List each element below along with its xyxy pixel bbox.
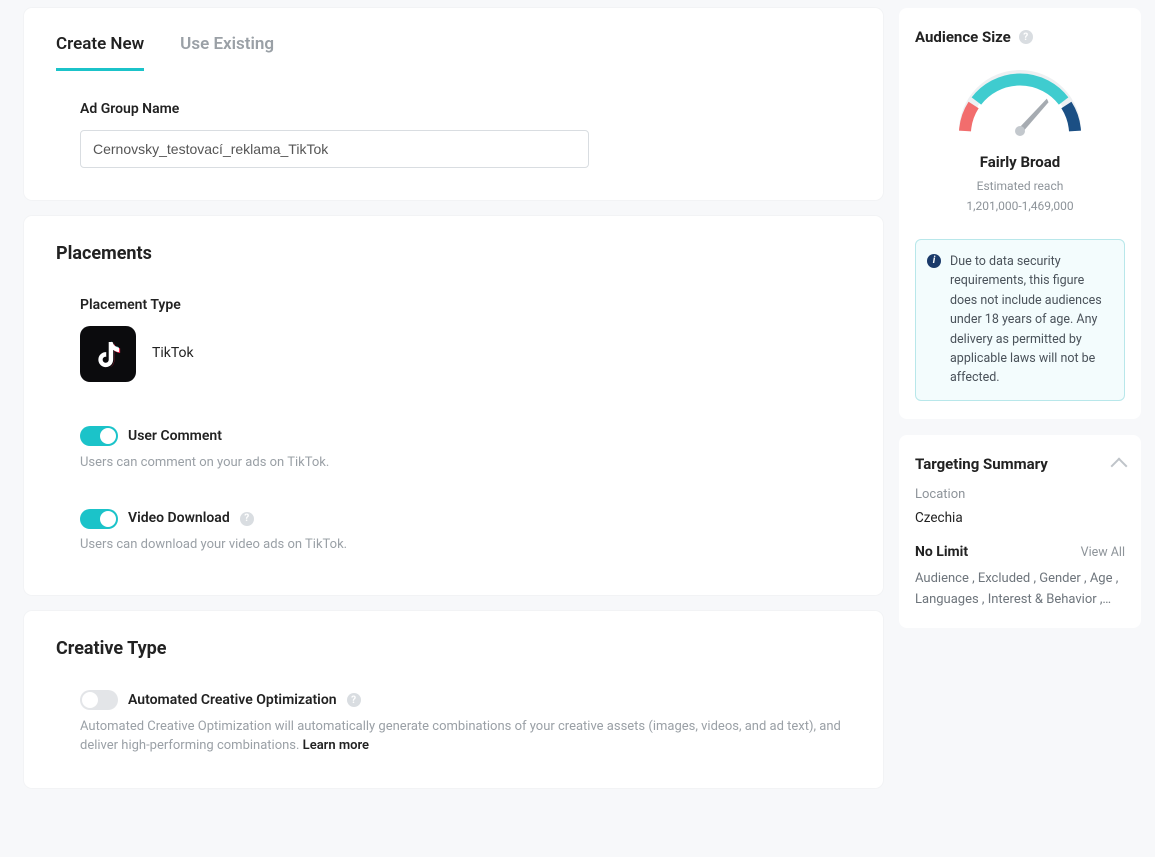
tab-use-existing[interactable]: Use Existing: [180, 32, 274, 71]
ad-group-card: Create New Use Existing Ad Group Name: [24, 8, 883, 200]
no-limit-label: No Limit: [915, 542, 968, 563]
estimated-reach-label: Estimated reach: [977, 177, 1064, 195]
adgroup-tabs: Create New Use Existing: [56, 32, 851, 71]
placement-type-label: Placement Type: [80, 295, 851, 316]
targeting-tags: Audience , Excluded , Gender , Age , Lan…: [915, 569, 1125, 611]
placements-title: Placements: [56, 240, 851, 267]
placements-card: Placements Placement Type TikTok: [24, 216, 883, 595]
creative-type-title: Creative Type: [56, 635, 851, 662]
tiktok-icon: [80, 326, 136, 382]
info-icon: [927, 254, 941, 268]
audience-gauge: Fairly Broad Estimated reach 1,201,000-1…: [915, 53, 1125, 226]
learn-more-link[interactable]: Learn more: [303, 738, 369, 753]
location-value: Czechia: [915, 508, 1125, 528]
audience-size-title: Audience Size: [915, 26, 1011, 49]
ad-group-name-label: Ad Group Name: [80, 99, 851, 120]
help-icon[interactable]: [1019, 30, 1033, 44]
targeting-summary-card: Targeting Summary Location Czechia No Li…: [899, 435, 1141, 629]
placement-tiktok-row: TikTok: [80, 326, 851, 382]
placement-tiktok-label: TikTok: [152, 343, 194, 364]
help-icon[interactable]: [347, 693, 361, 707]
video-download-label: Video Download: [128, 508, 230, 529]
user-comment-label: User Comment: [128, 426, 222, 447]
user-comment-hint: Users can comment on your ads on TikTok.: [80, 453, 851, 473]
targeting-summary-title: Targeting Summary: [915, 453, 1048, 476]
aco-label: Automated Creative Optimization: [128, 690, 337, 711]
video-download-hint: Users can download your video ads on Tik…: [80, 535, 851, 555]
audience-notice: Due to data security requirements, this …: [915, 239, 1125, 401]
aco-hint-text: Automated Creative Optimization will aut…: [80, 719, 841, 754]
chevron-up-icon: [1111, 457, 1128, 474]
user-comment-toggle[interactable]: [80, 426, 118, 446]
tab-create-new[interactable]: Create New: [56, 32, 144, 71]
aco-toggle[interactable]: [80, 690, 118, 710]
targeting-summary-header[interactable]: Targeting Summary: [915, 453, 1125, 476]
help-icon[interactable]: [240, 512, 254, 526]
creative-card: Creative Type Automated Creative Optimiz…: [24, 611, 883, 788]
aco-hint: Automated Creative Optimization will aut…: [80, 717, 851, 756]
audience-size-card: Audience Size: [899, 8, 1141, 419]
view-all-link[interactable]: View All: [1081, 544, 1125, 563]
ad-group-name-input[interactable]: [80, 130, 589, 168]
gauge-label: Fairly Broad: [980, 151, 1061, 174]
estimated-reach-range: 1,201,000-1,469,000: [966, 197, 1073, 215]
audience-notice-text: Due to data security requirements, this …: [950, 254, 1102, 385]
video-download-toggle[interactable]: [80, 509, 118, 529]
location-label: Location: [915, 485, 1125, 505]
